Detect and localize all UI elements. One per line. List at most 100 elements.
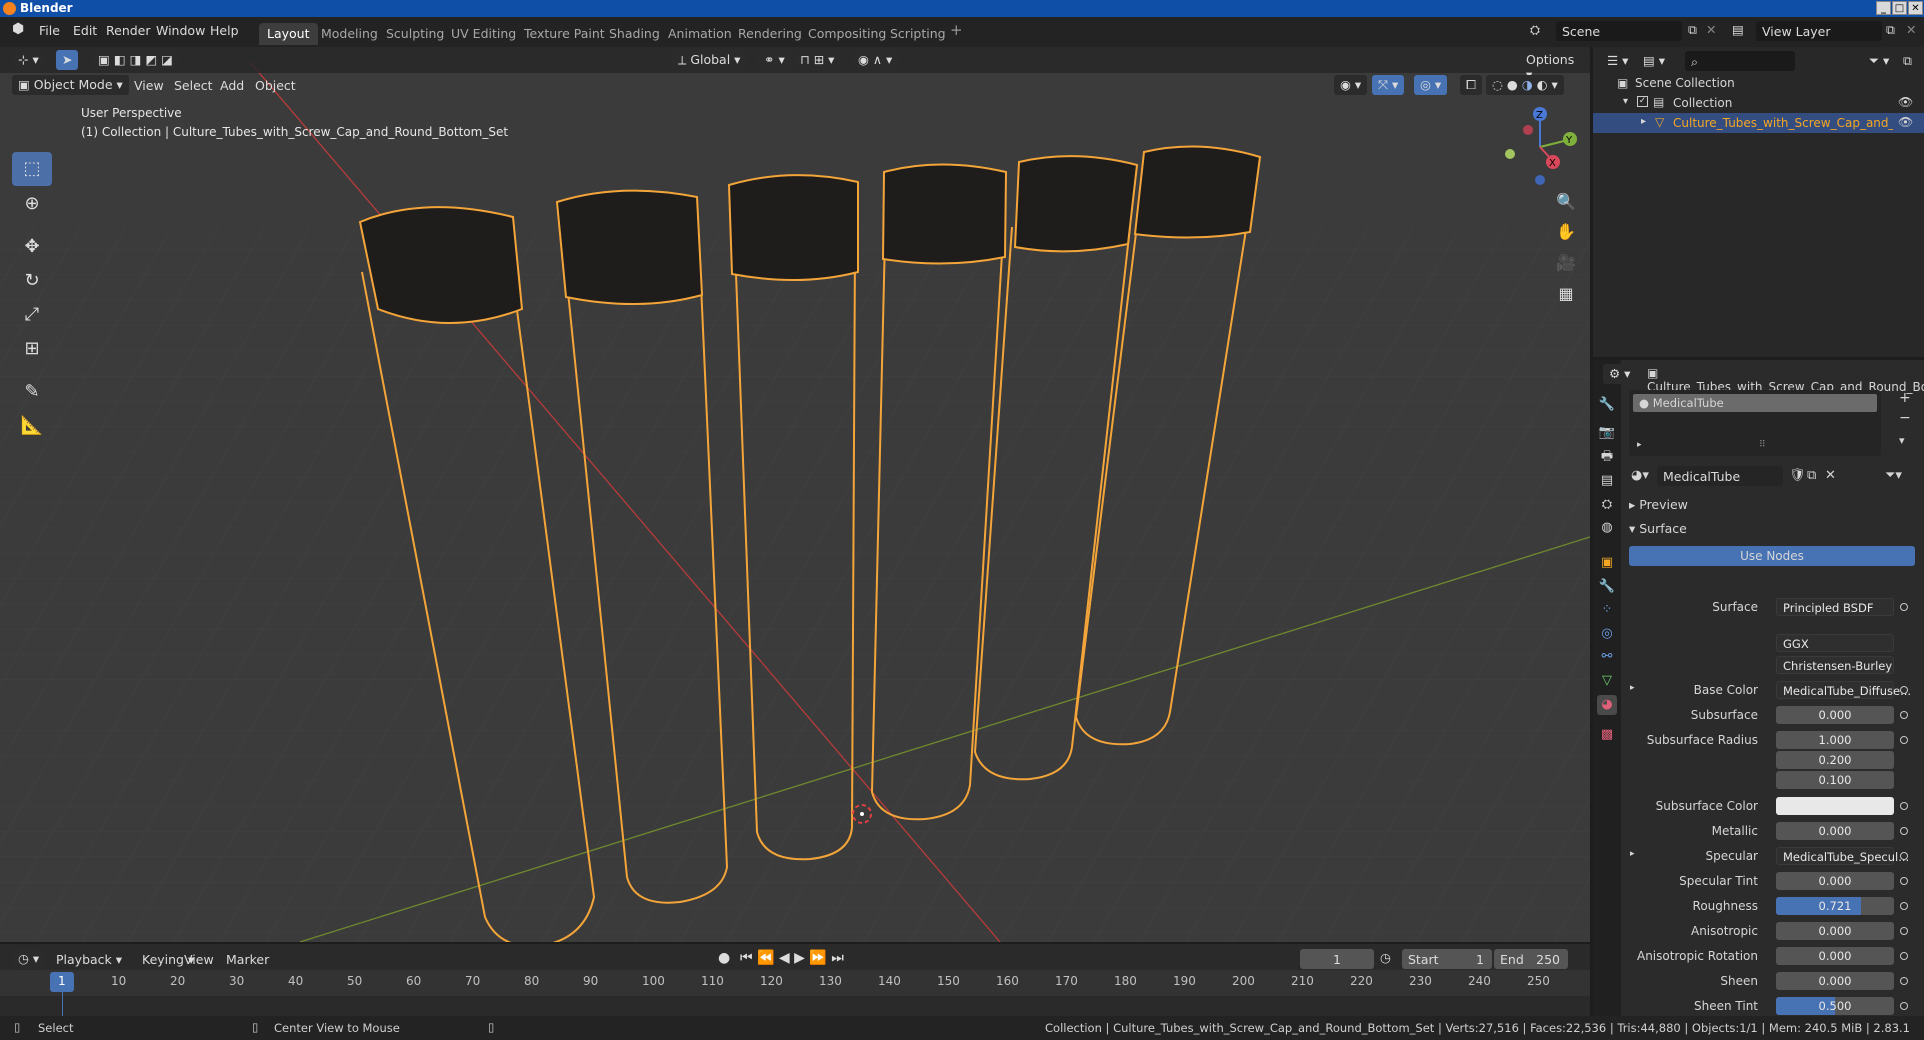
duplicate-material-icon[interactable]: ⧉: [1807, 468, 1816, 483]
viewport-menu-select[interactable]: Select: [174, 78, 213, 93]
socket-link-icon[interactable]: [1900, 977, 1908, 985]
property-value-field[interactable]: 0.000: [1776, 947, 1894, 965]
property-value-field[interactable]: 0.721: [1776, 897, 1894, 915]
material-browse-icon[interactable]: ◕▾: [1631, 468, 1649, 483]
tab-layout[interactable]: Layout: [259, 23, 318, 45]
blender-menu-icon[interactable]: ⬢: [12, 21, 24, 37]
view-layer-field[interactable]: View Layer: [1756, 21, 1882, 41]
timeline-menu-view[interactable]: View: [184, 952, 214, 967]
add-material-slot-icon[interactable]: +: [1899, 390, 1911, 406]
overlays-toggle-icon[interactable]: ◎ ▾: [1414, 75, 1448, 95]
select-tool-icon[interactable]: ⬚: [12, 152, 52, 186]
add-workspace-icon[interactable]: +: [950, 21, 963, 39]
cursor-tool-icon[interactable]: ⊕: [12, 187, 52, 221]
tab-animation[interactable]: Animation: [660, 23, 740, 45]
navigation-gizmo[interactable]: Z Y X: [1500, 102, 1580, 192]
maximize-button[interactable]: □: [1892, 1, 1907, 15]
new-collection-icon[interactable]: ⧉: [1897, 51, 1918, 71]
scale-tool-icon[interactable]: ⤢: [12, 298, 52, 332]
scene-name-field[interactable]: Scene: [1556, 21, 1682, 41]
material-tab-icon[interactable]: ◕: [1597, 695, 1617, 715]
property-value-field[interactable]: 0.500: [1776, 997, 1894, 1015]
socket-link-icon[interactable]: [1900, 603, 1908, 611]
scene-tab-icon[interactable]: ⛭: [1597, 495, 1617, 515]
menu-help[interactable]: Help: [210, 23, 239, 38]
tab-scripting[interactable]: Scripting: [882, 23, 954, 45]
surface-panel-header[interactable]: ▾ Surface: [1629, 521, 1687, 536]
scene-selector-icon[interactable]: ⛭: [1530, 22, 1540, 38]
view-layer-icon[interactable]: ▤: [1732, 22, 1744, 37]
property-dropdown[interactable]: Principled BSDF: [1776, 598, 1894, 616]
slot-list-expand-icon[interactable]: ▸: [1637, 440, 1642, 450]
camera-view-icon[interactable]: 🎥: [1552, 249, 1580, 277]
slot-list-resize-handle[interactable]: ⠿: [1759, 440, 1766, 450]
new-scene-icon[interactable]: ⧉: [1688, 22, 1697, 38]
property-dropdown[interactable]: MedicalTube_Diffuse...: [1776, 681, 1911, 699]
outliner-row-object[interactable]: ▸ ▽ Culture_Tubes_with_Screw_Cap_and_Rou…: [1593, 113, 1924, 133]
object-mode-dropdown[interactable]: ▣ Object Mode ▾: [12, 75, 129, 95]
preview-range-icon[interactable]: ◷: [1380, 950, 1391, 965]
socket-link-icon[interactable]: [1900, 902, 1908, 910]
tab-texture-paint[interactable]: Texture Paint: [516, 23, 613, 45]
property-value-field[interactable]: 1.000: [1776, 731, 1894, 749]
socket-link-icon[interactable]: [1900, 686, 1908, 694]
snap-icon[interactable]: ⊓ ⊞ ▾: [794, 50, 841, 70]
property-value-field[interactable]: 0.000: [1776, 972, 1894, 990]
xray-toggle-icon[interactable]: ⧠: [1460, 75, 1483, 95]
menu-edit[interactable]: Edit: [73, 23, 97, 38]
property-value-field[interactable]: 0.200: [1776, 751, 1894, 769]
remove-material-slot-icon[interactable]: −: [1899, 410, 1911, 426]
record-icon[interactable]: ●: [718, 950, 730, 966]
tab-rendering[interactable]: Rendering: [730, 23, 810, 45]
outliner-row-collection[interactable]: ▾ ✓ ▤ Collection 👁: [1593, 93, 1924, 113]
use-nodes-button[interactable]: Use Nodes: [1629, 546, 1915, 566]
select-box-tool-icon[interactable]: ➤: [56, 50, 79, 70]
delete-scene-icon[interactable]: ✕: [1706, 22, 1716, 37]
close-button[interactable]: ✕: [1908, 1, 1923, 15]
socket-link-icon[interactable]: [1900, 927, 1908, 935]
property-dropdown[interactable]: MedicalTube_Specul...: [1776, 847, 1909, 865]
slot-specials-icon[interactable]: ▾: [1899, 434, 1905, 447]
collection-checkbox[interactable]: ✓: [1637, 96, 1648, 107]
outliner-row-scene-collection[interactable]: ▣ Scene Collection: [1593, 73, 1924, 93]
socket-link-icon[interactable]: [1900, 1002, 1908, 1010]
property-value-field[interactable]: 0.000: [1776, 922, 1894, 940]
viewport-menu-view[interactable]: View: [134, 78, 164, 93]
texture-tab-icon[interactable]: ▩: [1597, 725, 1617, 745]
object-visibility-icon[interactable]: 👁: [1898, 115, 1913, 129]
transform-tool-icon[interactable]: ⊞: [12, 332, 52, 366]
property-value-field[interactable]: 0.000: [1776, 706, 1894, 724]
delete-view-layer-icon[interactable]: ✕: [1906, 22, 1916, 37]
tab-shading[interactable]: Shading: [601, 23, 668, 45]
object-tab-icon[interactable]: ▣: [1597, 553, 1617, 573]
property-color-swatch[interactable]: [1776, 797, 1894, 815]
unlink-material-icon[interactable]: ✕: [1825, 468, 1836, 483]
material-slot-row[interactable]: ● MedicalTube: [1633, 394, 1877, 412]
fake-user-icon[interactable]: 🛡: [1789, 468, 1806, 483]
minimize-button[interactable]: _: [1876, 1, 1891, 15]
tab-uv-editing[interactable]: UV Editing: [443, 23, 524, 45]
current-frame-field[interactable]: 1: [1300, 949, 1374, 969]
transform-orientation-dropdown[interactable]: ⟂ Global ▾: [672, 50, 747, 70]
world-tab-icon[interactable]: ◍: [1597, 518, 1617, 538]
gizmo-toggle-icon[interactable]: ⤧ ▾: [1372, 75, 1405, 95]
socket-link-icon[interactable]: [1900, 711, 1908, 719]
property-value-field[interactable]: 0.100: [1776, 771, 1894, 789]
tab-modeling[interactable]: Modeling: [313, 23, 386, 45]
outliner-search-input[interactable]: ⌕: [1685, 51, 1795, 71]
new-view-layer-icon[interactable]: ⧉: [1886, 22, 1895, 38]
object-expand-icon[interactable]: ▸: [1641, 116, 1646, 127]
outliner-display-mode-icon[interactable]: ▤ ▾: [1637, 51, 1672, 71]
timeline-menu-marker[interactable]: Marker: [226, 952, 269, 967]
modifier-tab-icon[interactable]: 🔧: [1597, 577, 1617, 597]
playback-controls-icons[interactable]: ⏮ ⏪ ◀ ▶ ⏩ ⏭: [740, 950, 844, 966]
selection-mode-icons[interactable]: ▣ ◧ ◨ ◩ ◪: [92, 50, 179, 70]
link-mode-icon[interactable]: ⏷▾: [1885, 468, 1902, 483]
collection-visibility-icon[interactable]: 👁: [1898, 95, 1913, 109]
menu-window[interactable]: Window: [156, 23, 205, 38]
editor-type-icon[interactable]: ⊹ ▾: [12, 50, 45, 70]
expand-socket-icon[interactable]: ▸: [1630, 849, 1635, 859]
preview-panel-header[interactable]: ▸ Preview: [1629, 497, 1688, 512]
visibility-icon[interactable]: ◉ ▾: [1334, 75, 1368, 95]
timeline-menu-playback[interactable]: Playback ▾: [56, 952, 122, 967]
